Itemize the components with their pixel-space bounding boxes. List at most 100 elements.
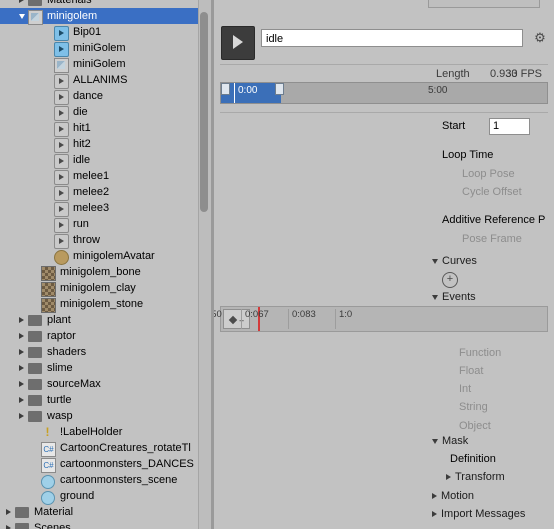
anim-icon — [54, 105, 70, 121]
hierarchy-row[interactable]: melee1 — [0, 168, 214, 185]
events-foldout[interactable]: Events — [432, 291, 476, 303]
hierarchy-row[interactable]: plant — [0, 312, 214, 328]
curves-foldout[interactable]: Curves — [432, 255, 477, 267]
hierarchy-scrollbar-thumb[interactable] — [200, 12, 208, 212]
chevron-right-icon[interactable] — [2, 520, 15, 529]
clip-preview-thumbnail[interactable] — [221, 26, 255, 60]
timeline-end-handle[interactable] — [275, 83, 284, 95]
hierarchy-row[interactable]: miniGolem — [0, 40, 214, 57]
length-label: Length — [436, 68, 470, 80]
motion-foldout[interactable]: Motion — [432, 490, 474, 502]
hierarchy-row[interactable]: cartoonmonsters_scene — [0, 472, 214, 489]
events-tick-label: 0:067 — [245, 309, 269, 320]
anim-blue-icon — [54, 25, 70, 41]
timeline-start-handle[interactable] — [221, 83, 230, 95]
animation-clip-inspector[interactable]: idle ⚙ Length 0.933 30 FPS 0:00 5:00 Sta… — [214, 0, 554, 529]
motion-label: Motion — [441, 490, 475, 502]
hierarchy-row[interactable]: die — [0, 104, 214, 121]
hierarchy-row[interactable]: turtle — [0, 392, 214, 408]
gear-icon[interactable]: ⚙ — [532, 30, 548, 46]
events-tick-divider — [335, 309, 336, 329]
clip-header: idle ⚙ — [214, 10, 554, 60]
hierarchy-row[interactable]: sourceMax — [0, 376, 214, 392]
chevron-down-icon[interactable] — [15, 8, 28, 24]
transform-foldout[interactable]: Transform — [446, 471, 505, 483]
chevron-right-icon[interactable] — [15, 360, 28, 376]
divider-under-header — [220, 64, 548, 65]
start-input[interactable]: 1 — [489, 118, 530, 135]
timeline-playhead[interactable] — [234, 83, 235, 103]
hierarchy-row[interactable]: Scenes — [0, 520, 214, 529]
events-tick-label: 0:083 — [292, 309, 316, 320]
curves-label: Curves — [442, 255, 477, 267]
chevron-right-icon[interactable] — [15, 328, 28, 344]
import-messages-foldout[interactable]: Import Messages — [432, 508, 525, 520]
chevron-right-icon[interactable] — [15, 376, 28, 392]
chevron-right-icon[interactable] — [15, 0, 28, 8]
hierarchy-row[interactable]: C# CartoonCreatures_rotateTl — [0, 440, 214, 457]
hierarchy-row[interactable]: minigolem_stone — [0, 296, 214, 313]
mask-foldout[interactable]: Mask — [432, 435, 468, 447]
definition-label: Definition — [450, 453, 496, 465]
hierarchy-row[interactable]: minigolemAvatar — [0, 248, 214, 265]
loop-pose-label: Loop Pose — [462, 168, 515, 180]
folder-icon — [28, 329, 44, 343]
hierarchy-row[interactable]: throw — [0, 232, 214, 249]
start-label: Start — [442, 120, 466, 132]
anim-icon — [54, 73, 70, 89]
chevron-right-icon[interactable] — [2, 504, 15, 520]
anim-icon — [54, 153, 70, 169]
chevron-right-icon[interactable] — [15, 344, 28, 360]
hierarchy-row[interactable]: ground — [0, 488, 214, 505]
texture-icon — [41, 265, 57, 281]
clip-name-input[interactable]: idle — [261, 29, 523, 47]
hierarchy-row[interactable]: melee2 — [0, 184, 214, 201]
hierarchy-row[interactable]: ALLANIMS — [0, 72, 214, 89]
hierarchy-row-label: CartoonCreatures_rotateTl — [60, 442, 191, 454]
hierarchy-row[interactable]: wasp — [0, 408, 214, 424]
plus-circle-icon[interactable]: + — [442, 272, 458, 288]
events-tick-label: 1:0 — [339, 309, 353, 320]
prefab-icon — [41, 489, 57, 505]
script-icon: C# — [41, 441, 57, 457]
hierarchy-row[interactable]: Materials — [0, 0, 214, 8]
chevron-right-icon[interactable] — [15, 408, 28, 424]
int-label: Int — [459, 383, 472, 395]
anim-icon — [54, 121, 70, 137]
hierarchy-row[interactable]: minigolem — [0, 8, 214, 25]
hierarchy-row[interactable]: run — [0, 216, 214, 233]
anim-blue-icon — [54, 41, 70, 57]
anim-icon — [54, 233, 70, 249]
hierarchy-row[interactable]: minigolem_bone — [0, 264, 214, 281]
hierarchy-row-label: Material — [34, 506, 74, 518]
hierarchy-row[interactable]: minigolem_clay — [0, 280, 214, 297]
chevron-right-icon[interactable] — [15, 392, 28, 408]
hierarchy-row[interactable]: hit1 — [0, 120, 214, 137]
anim-icon — [54, 217, 70, 233]
hierarchy-row[interactable]: hit2 — [0, 136, 214, 153]
hierarchy-row[interactable]: raptor — [0, 328, 214, 344]
hierarchy-row[interactable]: Bip01 — [0, 24, 214, 41]
hierarchy-row[interactable]: melee3 — [0, 200, 214, 217]
divider-under-timeline — [220, 112, 548, 113]
hierarchy-row[interactable]: idle — [0, 152, 214, 169]
hierarchy-row[interactable]: C# cartoonmonsters_DANCES — [0, 456, 214, 473]
events-label: Events — [442, 291, 476, 303]
hierarchy-row[interactable]: ! !LabelHolder — [0, 424, 214, 440]
hierarchy-row[interactable]: dance — [0, 88, 214, 105]
chevron-right-icon — [432, 511, 437, 517]
hierarchy-row[interactable]: miniGolem — [0, 56, 214, 73]
events-timeline[interactable] — [220, 306, 548, 332]
loop-time-label: Loop Time — [442, 149, 494, 161]
transform-label: Transform — [455, 471, 505, 483]
pose-frame-label: Pose Frame — [462, 233, 522, 245]
hierarchy-row[interactable]: Material — [0, 504, 214, 520]
project-hierarchy-panel[interactable]: Materials minigolem Bip01 miniGolem miniGole… — [0, 0, 214, 529]
float-label: Float — [459, 365, 484, 377]
partial-field-above — [428, 0, 540, 8]
chevron-right-icon[interactable] — [15, 312, 28, 328]
hierarchy-row[interactable]: shaders — [0, 344, 214, 360]
hierarchy-row-label: throw — [73, 234, 100, 246]
hierarchy-row-label: minigolem_clay — [60, 282, 136, 294]
hierarchy-row[interactable]: slime — [0, 360, 214, 376]
